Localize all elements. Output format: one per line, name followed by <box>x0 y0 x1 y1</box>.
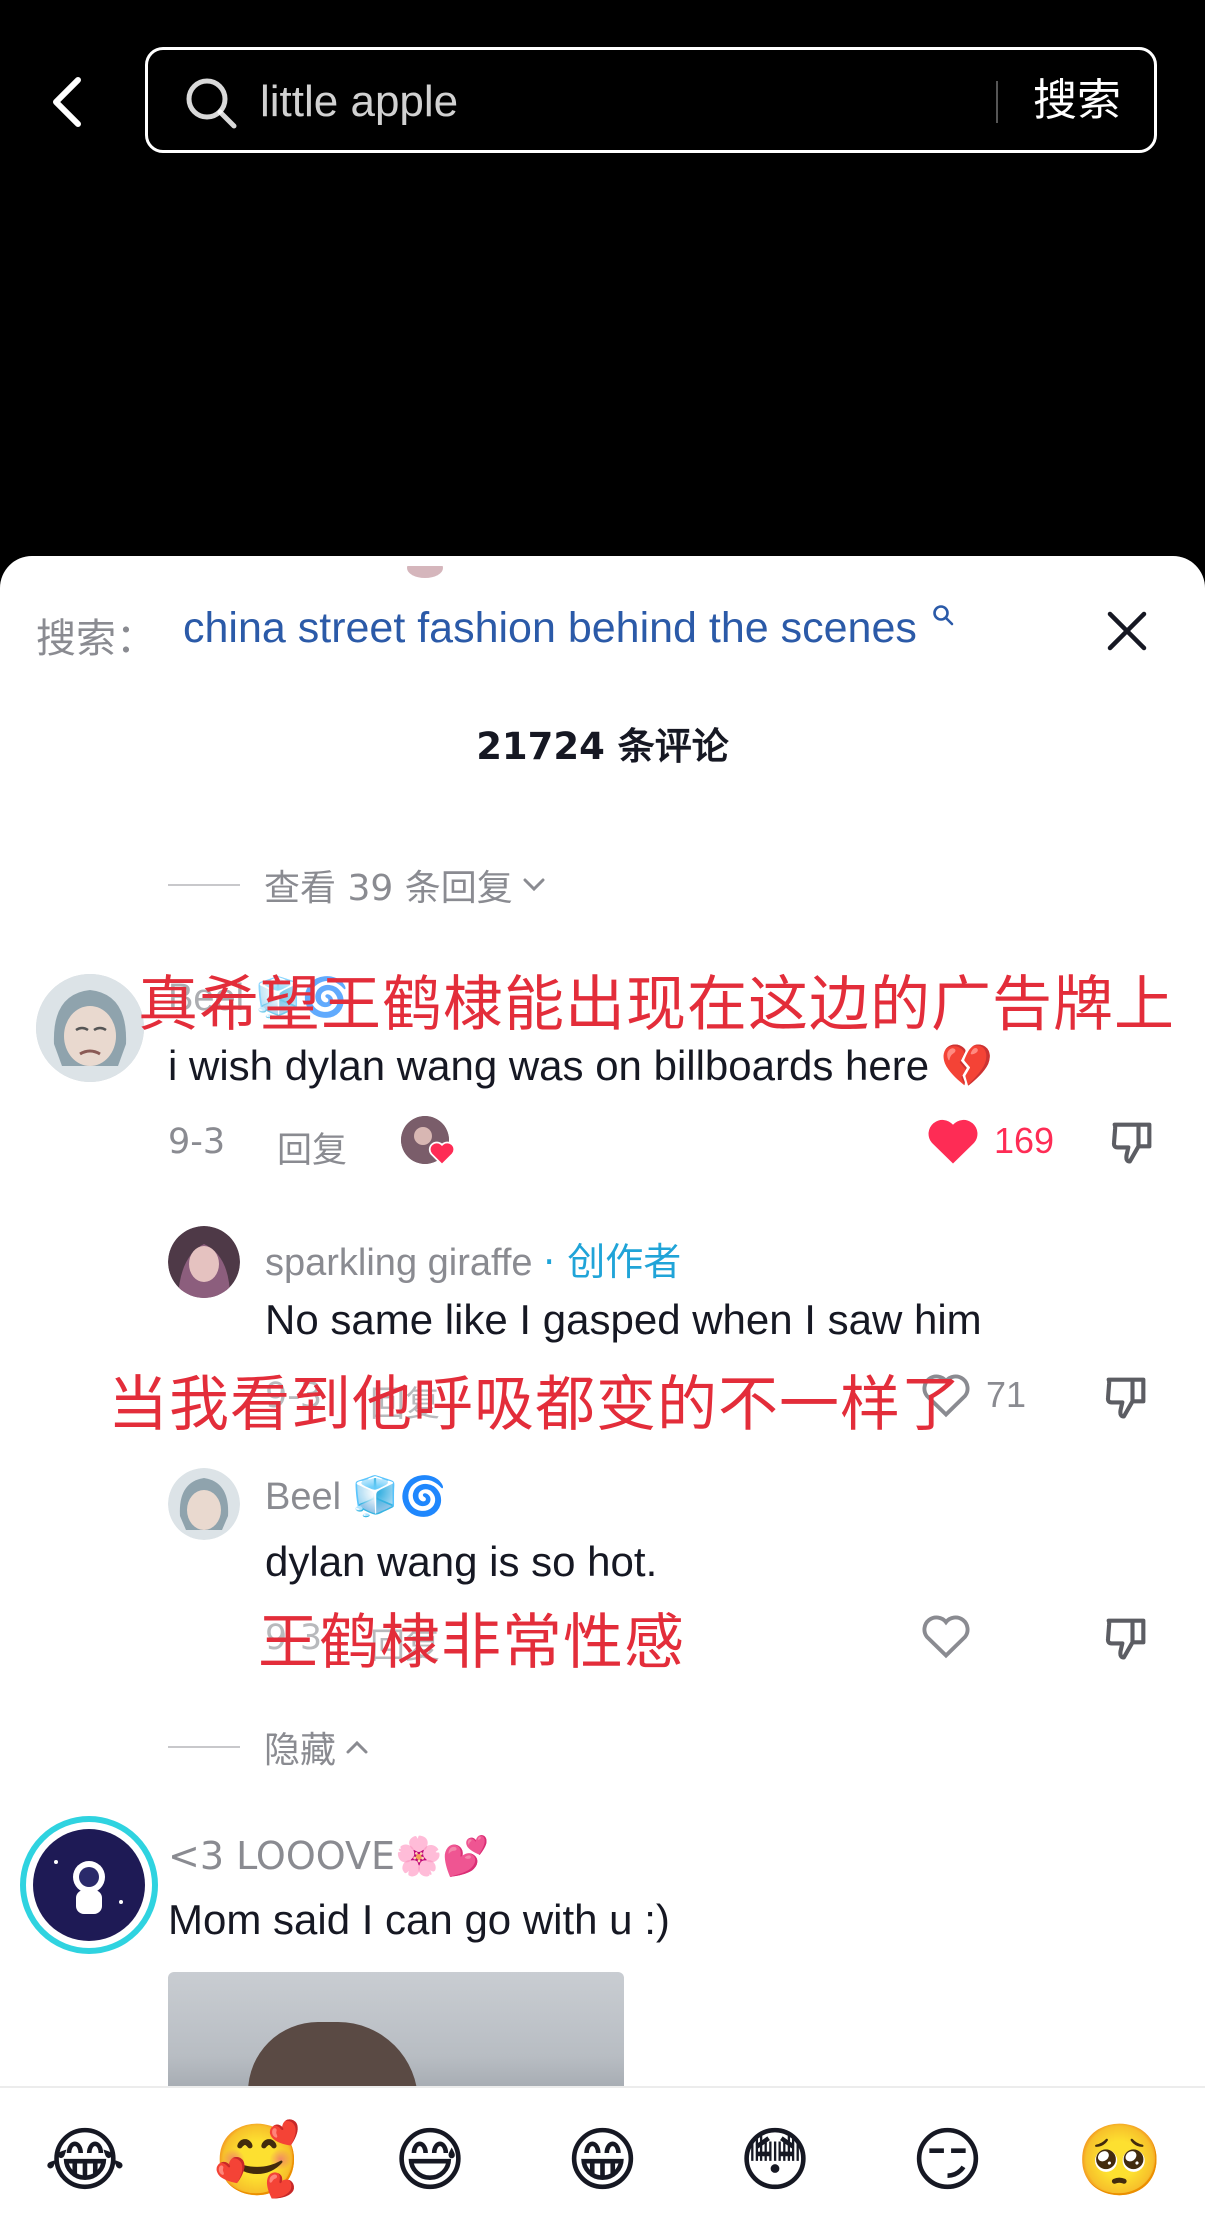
emoji-button[interactable]: 😳 <box>720 2119 830 2201</box>
heart-outline-icon[interactable] <box>920 1612 972 1660</box>
translation-annotation: 真希望王鹤棣能出现在这边的广告牌上 <box>138 970 1175 1040</box>
reply-username[interactable]: sparkling giraffe · 创作者 <box>265 1231 681 1286</box>
avatar[interactable] <box>36 974 144 1082</box>
translation-annotation: 当我看到他呼吸都变的不一样了 <box>108 1370 962 1440</box>
chevron-down-icon <box>523 878 545 892</box>
comments-sheet: 搜索： china street fashion behind the scen… <box>0 556 1205 2232</box>
search-icon <box>186 78 237 129</box>
hide-replies[interactable]: 隐藏 <box>168 1721 370 1773</box>
search-input[interactable]: little apple <box>260 76 458 128</box>
search-bar[interactable]: little apple 搜索 <box>145 47 1157 153</box>
emoji-quick-bar: 😂 🥰 😅 😁 😳 😏 🥺 <box>0 2086 1205 2232</box>
view-more-label: 查看 39 条回复 <box>264 868 513 909</box>
divider-line <box>168 1746 240 1748</box>
search-button[interactable]: 搜索 <box>1033 74 1121 128</box>
dislike-icon[interactable] <box>1106 1116 1158 1168</box>
dislike-icon[interactable] <box>1100 1371 1152 1423</box>
reply-username[interactable]: Beel 🧊🌀 <box>265 1474 446 1519</box>
small-heart-icon <box>428 1141 456 1166</box>
back-arrow-icon[interactable] <box>48 72 88 132</box>
comment-username[interactable]: <3 LOOOVE🌸💕 <box>168 1834 490 1879</box>
like-count: 71 <box>986 1374 1027 1415</box>
like-count: 169 <box>994 1120 1055 1161</box>
chevron-up-icon <box>346 1740 368 1754</box>
comment-count: 21724 条评论 <box>476 725 729 768</box>
emoji-button[interactable]: 😁 <box>548 2119 658 2201</box>
small-search-icon <box>933 604 954 625</box>
reply-text: No same like I gasped when I saw him <box>265 1296 982 1343</box>
like-button[interactable]: 169 <box>926 1116 1054 1166</box>
creator-badge: · 创作者 <box>543 1240 682 1284</box>
avatar-illustration-icon <box>168 1226 240 1298</box>
translation-annotation: 王鹤棣非常性感 <box>258 1608 685 1678</box>
avatar-illustration-icon <box>36 974 144 1082</box>
emoji-button[interactable]: 🥰 <box>203 2119 313 2202</box>
reply-button[interactable]: 回复 <box>277 1122 347 1173</box>
related-search-link[interactable]: china street fashion behind the scenes <box>183 604 955 653</box>
emoji-button[interactable]: 🥺 <box>1065 2119 1175 2202</box>
comment-text: i wish dylan wang was on billboards here… <box>168 1042 994 1089</box>
emoji-button[interactable]: 😏 <box>893 2119 1003 2201</box>
avatar-illustration-icon <box>168 1468 240 1540</box>
divider-line <box>168 884 240 886</box>
heart-filled-icon <box>928 1119 978 1164</box>
reply-username-text: sparkling giraffe <box>265 1242 533 1284</box>
avatar[interactable] <box>168 1468 240 1540</box>
reply-text: dylan wang is so hot. <box>265 1538 658 1585</box>
close-icon[interactable] <box>1106 610 1148 652</box>
astronaut-avatar-icon <box>33 1829 145 1941</box>
related-search-text: china street fashion behind the scenes <box>183 604 917 652</box>
search-divider <box>996 81 998 123</box>
comment-date: 9-3 <box>168 1122 226 1162</box>
comment-text: Mom said I can go with u :) <box>168 1896 670 1943</box>
view-more-replies[interactable]: 查看 39 条回复 <box>168 859 547 911</box>
hide-label: 隐藏 <box>264 1730 337 1771</box>
dislike-icon[interactable] <box>1100 1612 1152 1664</box>
username-emoji: 🧊🌀 <box>351 1474 447 1518</box>
related-search-label: 搜索： <box>36 616 156 662</box>
emoji-button[interactable]: 😅 <box>375 2119 485 2201</box>
top-search-header: little apple 搜索 <box>0 0 1205 560</box>
reply-username-text: Beel <box>265 1476 342 1518</box>
partial-avatar-fragment <box>407 566 443 578</box>
emoji-button[interactable]: 😂 <box>30 2119 140 2201</box>
avatar[interactable] <box>168 1226 240 1298</box>
avatar[interactable] <box>20 1816 158 1954</box>
